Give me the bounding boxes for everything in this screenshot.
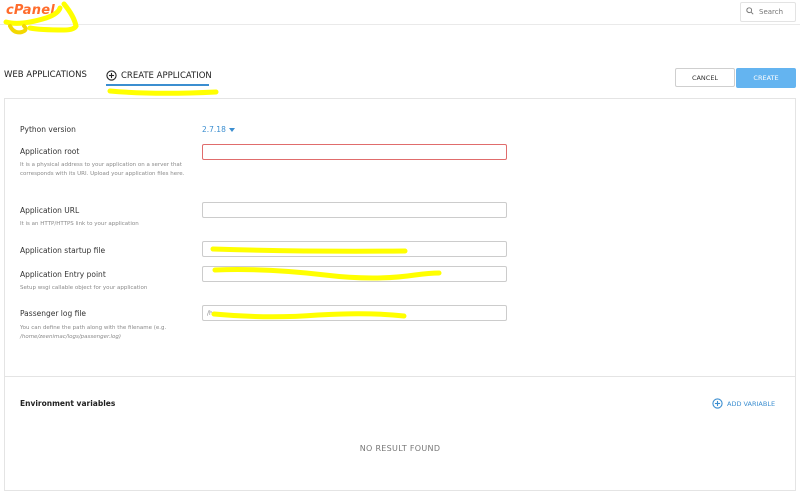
entry-point-input[interactable] <box>202 266 507 282</box>
passenger-log-input[interactable] <box>202 305 507 321</box>
application-url-help: It is an HTTP/HTTPS link to your applica… <box>20 221 139 227</box>
add-variable-button[interactable]: ADD VARIABLE <box>712 398 775 409</box>
application-url-input[interactable] <box>202 202 507 218</box>
environment-variables-title: Environment variables <box>20 399 116 408</box>
search-icon <box>746 7 754 15</box>
top-bar: cPanel <box>0 0 800 25</box>
entry-point-label: Application Entry point <box>20 270 106 279</box>
cpanel-logo[interactable]: cPanel <box>6 3 55 18</box>
passenger-log-label: Passenger log file <box>20 309 87 318</box>
search-input[interactable] <box>757 4 797 20</box>
application-root-input[interactable] <box>202 144 507 160</box>
search-box[interactable] <box>740 2 797 22</box>
entry-point-help: Setup wsgi callable object for your appl… <box>20 285 148 291</box>
active-tab-underline <box>106 84 209 86</box>
passenger-log-help: You can define the path along with the f… <box>20 324 190 341</box>
create-button[interactable]: CREATE <box>736 68 796 88</box>
tab-create-application[interactable]: CREATE APPLICATION <box>106 70 212 81</box>
python-version-select[interactable]: 2.7.18 <box>202 125 235 134</box>
application-root-help: It is a physical address to your applica… <box>20 162 185 177</box>
environment-variables-panel <box>4 376 796 491</box>
add-circle-icon <box>712 398 723 409</box>
application-root-label: Application root <box>20 147 80 156</box>
caret-down-icon <box>228 127 235 132</box>
tab-web-applications[interactable]: WEB APPLICATIONS <box>4 70 87 80</box>
highlight-scribble-tab <box>107 88 219 96</box>
passenger-log-help-text: You can define the path along with the f… <box>20 325 167 331</box>
add-variable-label: ADD VARIABLE <box>727 399 776 408</box>
application-url-label: Application URL <box>20 206 80 215</box>
startup-file-label: Application startup file <box>20 246 106 255</box>
passenger-log-help-example: /home/zeenimac/logs/passenger.log) <box>20 333 122 340</box>
cancel-button[interactable]: CANCEL <box>675 68 735 87</box>
python-version-label: Python version <box>20 125 76 134</box>
python-version-value: 2.7.18 <box>202 125 226 134</box>
tab-create-application-label: CREATE APPLICATION <box>121 70 212 81</box>
startup-file-input[interactable] <box>202 241 507 257</box>
empty-state-text: NO RESULT FOUND <box>359 444 441 453</box>
add-circle-icon <box>106 70 117 81</box>
